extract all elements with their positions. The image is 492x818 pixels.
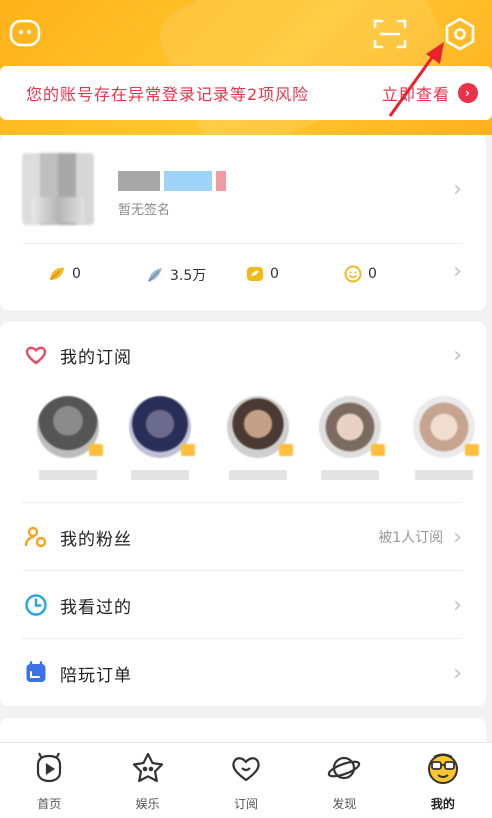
chevron-right-icon: › [453,524,462,550]
star-icon [131,751,165,785]
divider [22,570,462,571]
chevron-right-icon: › [453,592,462,618]
nav-subscriptions[interactable]: 订阅 [197,743,295,818]
divider [22,243,462,244]
signature-text: 暂无签名 [118,203,171,218]
nav-entertainment-label: 娱乐 [135,797,160,811]
stats-row[interactable]: 0 3.5万 0 0 › [0,259,486,295]
order-icon [24,661,48,685]
my-fans-label: 我的粉丝 [60,529,132,550]
anchor-name-blurred [39,470,97,480]
stat-value: 0 [270,266,279,282]
subscribed-anchor[interactable] [220,396,296,480]
clock-icon [24,593,48,617]
anchor-avatar [413,396,479,458]
my-subscriptions-row[interactable]: 我的订阅 › [0,322,486,388]
watch-history-label: 我看过的 [60,597,132,618]
fans-count-text: 被1人订阅 [378,530,444,546]
divider [22,502,462,503]
bottom-navigation: 首页 娱乐 订阅 发现 我的 [0,742,492,818]
leaf-icon [50,267,64,280]
play-orders-row[interactable]: 陪玩订单 › [0,640,486,706]
chevron-right-icon: › [453,342,462,368]
watch-history-row[interactable]: 我看过的 › [0,572,486,638]
nav-subscriptions-label: 订阅 [234,797,259,811]
feather-icon [148,268,162,282]
avatar[interactable] [22,153,94,225]
subscribed-anchor[interactable] [312,396,388,480]
stat-feather[interactable]: 3.5万 [146,265,206,285]
fans-icon [24,525,48,549]
my-fans-row[interactable]: 我的粉丝 被1人订阅 › [0,504,486,570]
stat-leaf[interactable]: 0 [48,265,81,283]
profile-chevron-icon[interactable]: › [453,177,462,202]
subscribed-anchors-list [0,388,486,500]
anchor-avatar [319,396,385,458]
my-subscriptions-label: 我的订阅 [60,347,132,368]
anchor-avatar [129,396,195,458]
coin-icon [247,267,263,281]
subscribed-anchor[interactable] [406,396,482,480]
username-blurred [118,171,248,191]
stats-chevron-icon[interactable]: › [453,259,462,284]
home-icon [32,751,66,785]
smile-coin-icon [344,265,362,283]
subscribed-anchor[interactable] [122,396,198,480]
nav-entertainment[interactable]: 娱乐 [98,743,196,818]
heart-icon [24,343,48,367]
stat-value: 3.5万 [170,268,207,284]
menu-card: 我的订阅 › 我的粉丝 被1人订阅 › 我看过的 › 陪玩订单 › [0,322,486,706]
anchor-name-blurred [321,470,379,480]
divider [22,638,462,639]
chevron-right-icon: › [453,660,462,686]
stat-coin[interactable]: 0 [246,265,279,283]
stat-value: 0 [72,266,81,282]
stat-value: 0 [368,266,377,282]
anchor-name-blurred [415,470,473,480]
anchor-name-blurred [131,470,189,480]
stat-smile-coin[interactable]: 0 [344,265,377,283]
subscribed-anchor[interactable] [30,396,106,480]
profile-card: 暂无签名 › 0 3.5万 0 0 › [0,135,486,310]
anchor-name-blurred [229,470,287,480]
nav-home[interactable]: 首页 [0,743,98,818]
nav-mine-label: 我的 [430,797,455,811]
nav-home-label: 首页 [37,797,62,811]
message-icon[interactable] [8,16,42,50]
annotation-arrow [388,42,444,117]
profile-face-icon [426,751,460,785]
planet-icon [327,751,361,785]
heart-outline-icon [229,751,263,785]
nav-mine[interactable]: 我的 [394,743,492,818]
nav-discover-label: 发现 [332,797,357,811]
anchor-avatar [37,396,103,458]
risk-warning-text: 您的账号存在异常登录记录等2项风险 [26,85,310,104]
nav-discover[interactable]: 发现 [295,743,393,818]
anchor-avatar [227,396,293,458]
play-orders-label: 陪玩订单 [60,665,132,686]
chevron-right-icon: › [458,83,478,103]
